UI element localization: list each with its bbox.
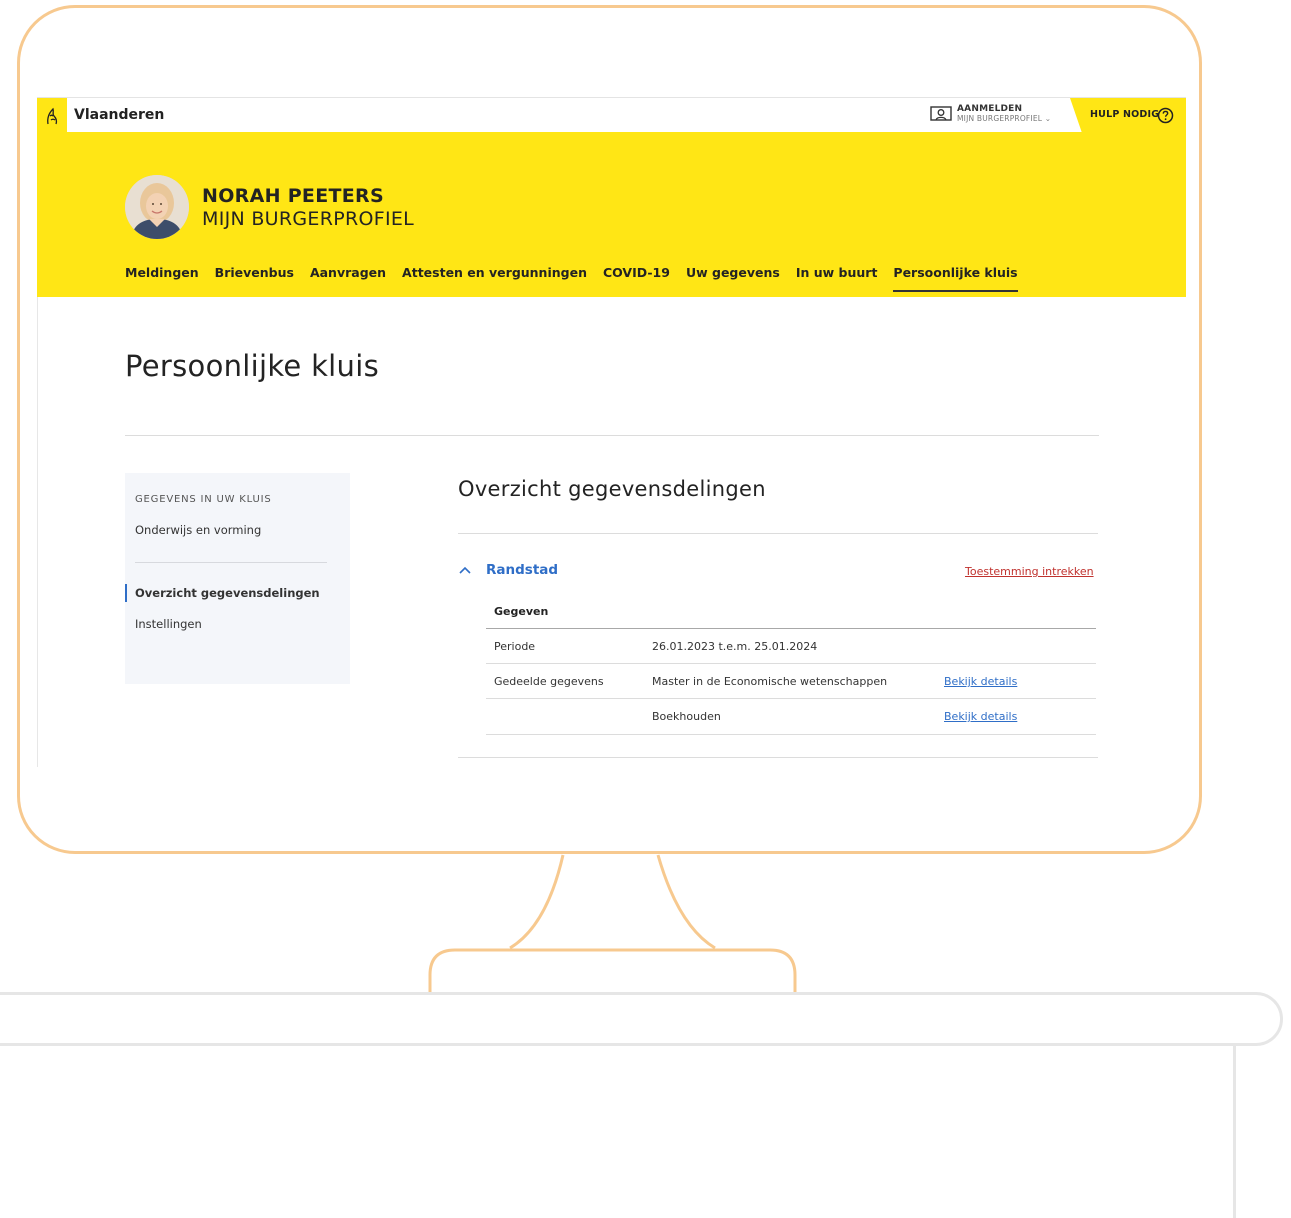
avatar — [125, 175, 189, 239]
table-cell-label: Gedeelde gegevens — [494, 675, 604, 688]
divider — [458, 757, 1098, 758]
login-label: AANMELDEN — [957, 104, 1023, 114]
desk-leg — [1233, 1046, 1236, 1218]
nav-item-attesten[interactable]: Attesten en vergunningen — [402, 265, 587, 292]
nav-item-uw-gegevens[interactable]: Uw gegevens — [686, 265, 780, 292]
nav-item-meldingen[interactable]: Meldingen — [125, 265, 199, 292]
view-details-link[interactable]: Bekijk details — [944, 675, 1017, 688]
table-header-line — [486, 628, 1096, 629]
nav-item-in-uw-buurt[interactable]: In uw buurt — [796, 265, 878, 292]
desk-surface — [0, 992, 1283, 1046]
side-nav-separator — [135, 562, 327, 563]
avatar-portrait — [125, 175, 189, 239]
main-navigation: Meldingen Brievenbus Aanvragen Attesten … — [125, 265, 1034, 292]
user-name: NORAH PEETERS — [202, 185, 384, 207]
nav-item-covid[interactable]: COVID-19 — [603, 265, 670, 292]
table-cell-value: Master in de Economische wetenschappen — [652, 675, 888, 688]
side-nav-heading: GEGEVENS IN UW KLUIS — [135, 494, 272, 505]
side-nav-link-overzicht[interactable]: Overzicht gegevensdelingen — [135, 586, 320, 600]
screen-edge-line — [37, 297, 38, 767]
table-cell-label: Periode — [494, 640, 536, 653]
user-card-icon — [930, 106, 952, 121]
view-details-link[interactable]: Bekijk details — [944, 710, 1017, 723]
side-nav-link-instellingen[interactable]: Instellingen — [135, 617, 202, 631]
login-sublabel: MIJN BURGERPROFIEL ⌄ — [957, 114, 1052, 123]
revoke-consent-link[interactable]: Toestemming intrekken — [965, 565, 1094, 578]
help-button[interactable]: HULP NODIG — [1090, 109, 1159, 120]
table-row-line — [486, 663, 1096, 664]
nav-item-brievenbus[interactable]: Brievenbus — [215, 265, 294, 292]
table-header: Gegeven — [494, 605, 549, 618]
vlaanderen-lion-logo[interactable] — [37, 98, 67, 133]
active-indicator — [125, 584, 127, 602]
divider — [125, 435, 1099, 436]
chevron-up-icon[interactable] — [458, 565, 472, 575]
profile-header: NORAH PEETERS MIJN BURGERPROFIEL Melding… — [37, 132, 1186, 297]
screen: Vlaanderen AANMELDEN MIJN BURGERPROFIEL … — [37, 97, 1186, 769]
table-cell-value: Boekhouden — [652, 710, 721, 723]
lion-icon — [47, 107, 58, 124]
table-cell-value: 26.01.2023 t.e.m. 25.01.2024 — [652, 640, 818, 653]
accordion-toggle-randstad[interactable]: Randstad — [486, 562, 558, 578]
question-circle-icon[interactable] — [1157, 107, 1174, 124]
nav-item-persoonlijke-kluis[interactable]: Persoonlijke kluis — [893, 265, 1018, 292]
table-row-line — [486, 734, 1096, 735]
nav-item-aanvragen[interactable]: Aanvragen — [310, 265, 386, 292]
divider — [458, 533, 1098, 534]
table-row-line — [486, 698, 1096, 699]
login-button[interactable]: AANMELDEN MIJN BURGERPROFIEL ⌄ — [930, 105, 1051, 123]
top-bar: Vlaanderen AANMELDEN MIJN BURGERPROFIEL … — [37, 97, 1186, 133]
brand-name[interactable]: Vlaanderen — [74, 107, 164, 123]
profile-subtitle: MIJN BURGERPROFIEL — [202, 208, 415, 230]
side-navigation: GEGEVENS IN UW KLUIS Onderwijs en vormin… — [125, 473, 350, 684]
side-nav-link-onderwijs[interactable]: Onderwijs en vorming — [135, 523, 261, 537]
page-title: Persoonlijke kluis — [125, 349, 379, 383]
section-title: Overzicht gegevensdelingen — [458, 477, 766, 501]
